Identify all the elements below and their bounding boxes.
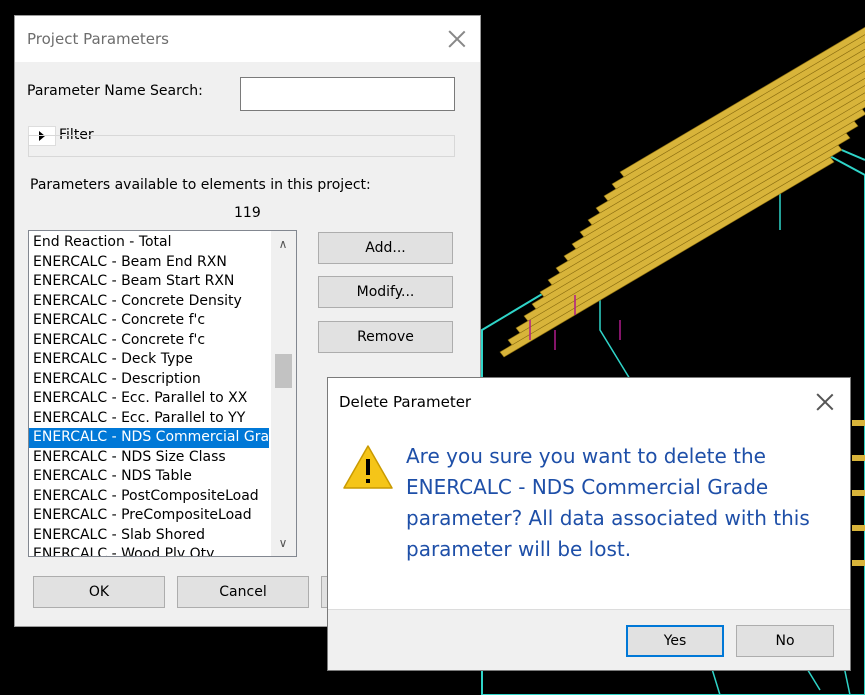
- search-input[interactable]: [240, 77, 455, 111]
- yes-button[interactable]: Yes: [626, 625, 724, 657]
- parameter-list-item[interactable]: ENERCALC - Beam End RXN: [29, 253, 269, 273]
- warning-icon: [343, 445, 393, 489]
- no-button[interactable]: No: [736, 625, 834, 657]
- remove-button[interactable]: Remove: [318, 321, 453, 353]
- parameter-list-item[interactable]: ENERCALC - Wood Ply Qty: [29, 545, 269, 556]
- parameter-list-item[interactable]: ENERCALC - PostCompositeLoad: [29, 487, 269, 507]
- parameter-list[interactable]: End Reaction - Total ENERCALC - Beam End …: [28, 230, 297, 557]
- parameter-list-item[interactable]: ENERCALC - Concrete Density: [29, 292, 269, 312]
- delete-parameter-dialog: Delete Parameter Are you sure you want t…: [327, 377, 851, 671]
- dialog-footer: Yes No: [328, 609, 850, 670]
- confirmation-message: Are you sure you want to delete the ENER…: [406, 444, 810, 561]
- close-icon[interactable]: [815, 392, 835, 412]
- parameter-list-item[interactable]: ENERCALC - Slab Shored: [29, 526, 269, 546]
- vertical-scrollbar[interactable]: ∧ ∨: [271, 231, 296, 556]
- parameter-list-item[interactable]: ENERCALC - Deck Type: [29, 350, 269, 370]
- dialog-title: Delete Parameter: [339, 393, 472, 411]
- modify-button[interactable]: Modify...: [318, 276, 453, 308]
- add-button[interactable]: Add...: [318, 232, 453, 264]
- scroll-up-icon[interactable]: ∧: [278, 238, 288, 250]
- parameter-list-item[interactable]: ENERCALC - Ecc. Parallel to YY: [29, 409, 269, 429]
- parameter-list-item[interactable]: ENERCALC - NDS Commercial Gra: [29, 428, 269, 448]
- parameter-list-item[interactable]: ENERCALC - NDS Size Class: [29, 448, 269, 468]
- available-label: Parameters available to elements in this…: [30, 177, 371, 193]
- title-bar: Project Parameters: [15, 16, 480, 62]
- parameter-list-item[interactable]: ENERCALC - PreCompositeLoad: [29, 506, 269, 526]
- parameter-count: 119: [234, 205, 261, 221]
- parameter-list-item[interactable]: ENERCALC - Concrete f'c: [29, 331, 269, 351]
- parameter-list-item[interactable]: ENERCALC - Ecc. Parallel to XX: [29, 389, 269, 409]
- ok-button[interactable]: OK: [33, 576, 165, 608]
- parameter-list-item[interactable]: ENERCALC - Beam Start RXN: [29, 272, 269, 292]
- cancel-button[interactable]: Cancel: [177, 576, 309, 608]
- parameter-list-item[interactable]: ENERCALC - Description: [29, 370, 269, 390]
- filter-group: [28, 135, 455, 157]
- parameter-list-item[interactable]: End Reaction - Total: [29, 233, 269, 253]
- scroll-down-icon[interactable]: ∨: [278, 537, 288, 549]
- parameter-list-item[interactable]: ENERCALC - NDS Table: [29, 467, 269, 487]
- parameter-list-item[interactable]: ENERCALC - Concrete f'c: [29, 311, 269, 331]
- scroll-thumb[interactable]: [275, 354, 292, 388]
- search-label: Parameter Name Search:: [27, 83, 203, 99]
- dialog-title: Project Parameters: [27, 30, 169, 48]
- close-icon[interactable]: [447, 29, 467, 49]
